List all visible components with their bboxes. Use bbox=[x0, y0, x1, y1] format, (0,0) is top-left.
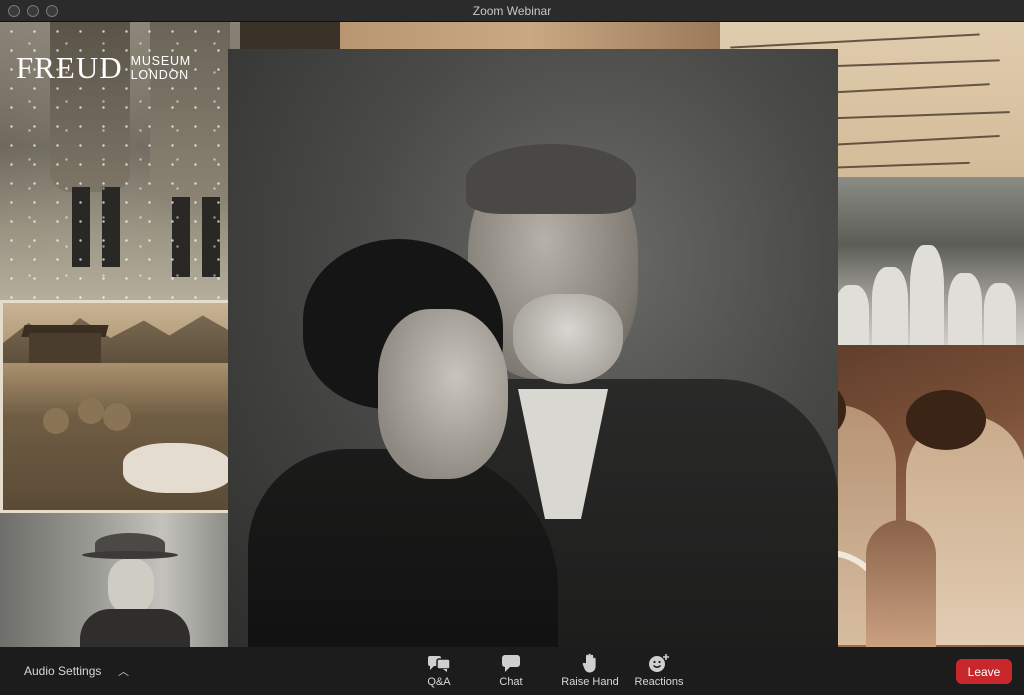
chevron-up-icon[interactable]: ︿ bbox=[118, 663, 129, 679]
shared-screen-stage: FREUD MUSEUM LONDON bbox=[0, 22, 1024, 647]
photo-main-portrait bbox=[228, 49, 838, 647]
reactions-button[interactable]: Reactions bbox=[629, 653, 689, 688]
window-controls bbox=[8, 5, 58, 17]
audio-settings-button[interactable]: Audio Settings bbox=[24, 664, 101, 678]
chat-label: Chat bbox=[499, 676, 523, 688]
logo-line-2: LONDON bbox=[130, 67, 189, 82]
photo-top-strip bbox=[340, 22, 720, 50]
qa-icon bbox=[427, 653, 451, 673]
photo-children-group bbox=[810, 177, 1024, 345]
chat-icon bbox=[501, 653, 521, 673]
reactions-icon bbox=[648, 653, 670, 673]
maximize-window-button[interactable] bbox=[46, 5, 58, 17]
raise-hand-button[interactable]: Raise Hand bbox=[557, 653, 623, 688]
leave-button[interactable]: Leave bbox=[956, 659, 1012, 684]
window-titlebar: Zoom Webinar bbox=[0, 0, 1024, 22]
raise-hand-icon bbox=[582, 653, 598, 673]
logo-wordmark: FREUD bbox=[16, 50, 123, 85]
qa-label: Q&A bbox=[427, 676, 451, 688]
chat-button[interactable]: Chat bbox=[494, 653, 528, 688]
photo-picnic-women bbox=[0, 300, 262, 513]
meeting-toolbar: Audio Settings ︿ Q&A Chat Raise Hand Rea… bbox=[0, 647, 1024, 695]
window-title: Zoom Webinar bbox=[472, 3, 552, 18]
reactions-label: Reactions bbox=[634, 676, 684, 688]
minimize-window-button[interactable] bbox=[27, 5, 39, 17]
raise-hand-label: Raise Hand bbox=[561, 676, 619, 688]
logo-line-1: MUSEUM bbox=[130, 53, 191, 68]
close-window-button[interactable] bbox=[8, 5, 20, 17]
photo-old-man-hat bbox=[0, 513, 232, 647]
qa-button[interactable]: Q&A bbox=[424, 653, 454, 688]
freud-museum-logo: FREUD MUSEUM LONDON bbox=[16, 52, 191, 83]
logo-subtitle: MUSEUM LONDON bbox=[131, 54, 191, 82]
